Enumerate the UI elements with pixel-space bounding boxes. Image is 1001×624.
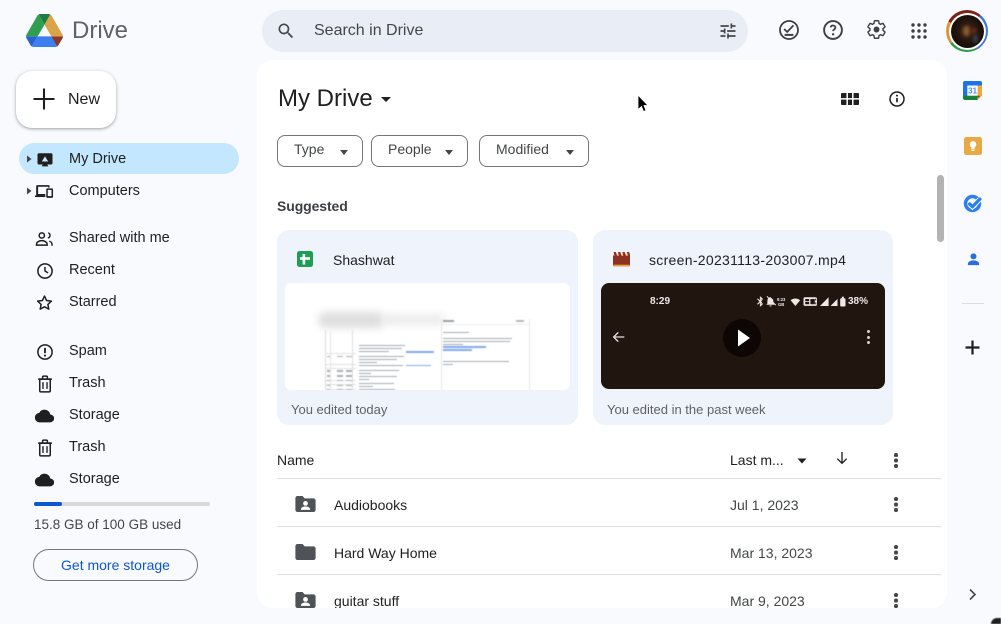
svg-text:31: 31: [968, 87, 977, 96]
svg-text:GB: GB: [778, 302, 784, 307]
